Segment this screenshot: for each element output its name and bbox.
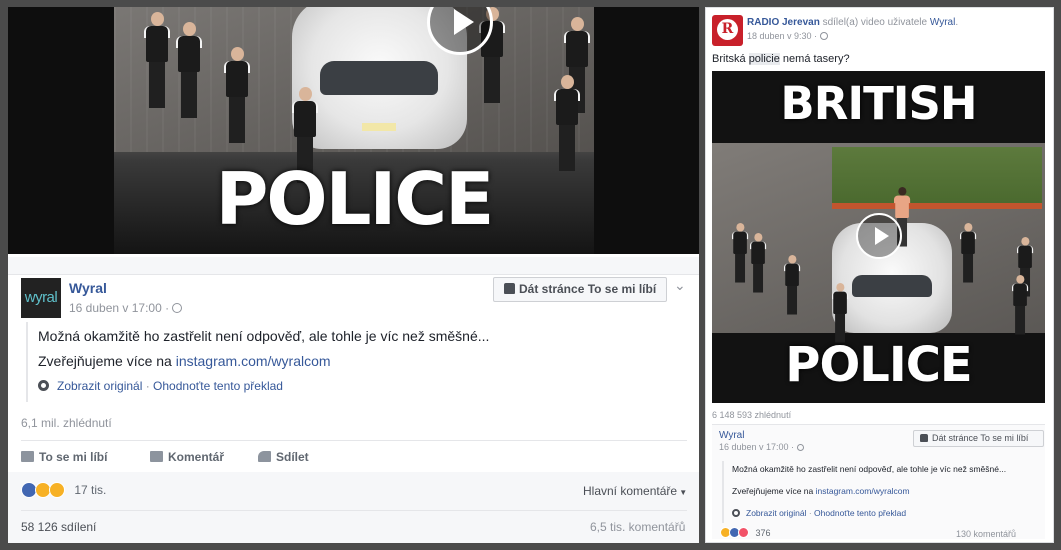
chevron-down-icon[interactable]: ⌄ xyxy=(674,277,686,294)
police-officer xyxy=(176,22,202,122)
post-text-2: Zveřejňujeme více na instagram.com/wyral… xyxy=(38,353,686,369)
post-date: 16 duben v 17:00 · xyxy=(69,301,183,315)
left-post: POLICE wyral Wyral 16 duben v 17:00 · Dá… xyxy=(8,7,699,543)
thumbs-up-icon xyxy=(21,451,34,462)
globe-icon xyxy=(820,32,829,40)
show-original-link[interactable]: Zobrazit originál xyxy=(57,379,142,393)
comment-label: Komentář xyxy=(168,450,225,464)
reactions-count: 17 tis. xyxy=(74,483,107,497)
gear-icon xyxy=(38,380,49,391)
embedded-page-name-link[interactable]: Wyral xyxy=(719,430,744,441)
share-icon xyxy=(258,451,271,462)
instagram-link[interactable]: instagram.com/wyralcom xyxy=(176,353,331,369)
translation-bar: Zobrazit originál · Ohodnoťte tento přek… xyxy=(38,379,686,393)
post-text: Možná okamžitě ho zastřelit není odpověď… xyxy=(38,328,490,344)
rate-translation-link[interactable]: Ohodnoťte tento překlad xyxy=(153,379,283,393)
sort-label: Hlavní komentáře xyxy=(583,484,678,498)
post-body: Možná okamžitě ho zastřelit není odpověď… xyxy=(26,322,686,402)
embedded-post-text-2: Zveřejňujeme více na instagram.com/wyral… xyxy=(732,486,1022,496)
share-button[interactable]: Sdílet xyxy=(258,450,309,464)
avatar[interactable]: wyral xyxy=(21,278,61,318)
police-officer xyxy=(144,12,170,112)
globe-icon xyxy=(172,303,183,313)
embedded-post-body: Možná okamžitě ho zastřelit není odpověď… xyxy=(722,461,1022,523)
gear-icon xyxy=(732,509,740,517)
post-text-2-prefix: Zveřejňujeme více na xyxy=(38,353,176,369)
embedded-post-text-2-prefix: Zveřejňujeme více na xyxy=(732,486,816,496)
reactions-summary[interactable]: 17 tis. xyxy=(21,482,106,498)
like-button[interactable]: To se mi líbí xyxy=(21,450,107,464)
embedded-instagram-link[interactable]: instagram.com/wyralcom xyxy=(816,486,910,496)
radio-jerevan-logo[interactable]: R xyxy=(712,15,743,46)
post-header-strip xyxy=(8,257,699,275)
like-label: To se mi líbí xyxy=(39,450,108,464)
action-bar: To se mi líbí Komentář Sdílet xyxy=(21,440,687,472)
video-overlay-text: POLICE xyxy=(215,157,495,241)
thumbs-up-icon xyxy=(920,434,928,442)
video-player[interactable]: POLICE xyxy=(8,7,699,254)
view-count: 6,1 mil. zhlédnutí xyxy=(21,416,112,430)
comments-count[interactable]: 6,5 tis. komentářů xyxy=(590,520,685,534)
embedded-show-original-link[interactable]: Zobrazit originál xyxy=(746,508,806,518)
embedded-translation-bar: Zobrazit originál · Ohodnoťte tento přek… xyxy=(732,508,1022,518)
reactions-section: 17 tis. Hlavní komentáře ▼ 58 126 sdílen… xyxy=(8,472,699,543)
message-prefix: Britská xyxy=(712,53,749,65)
like-page-label: Dát stránce To se mi líbí xyxy=(519,282,657,296)
video-top-text: BRITISH xyxy=(780,77,977,130)
embedded-rate-translation-link[interactable]: Ohodnoťte tento překlad xyxy=(814,508,906,518)
play-icon[interactable] xyxy=(856,213,902,259)
video-bottom-text: POLICE xyxy=(785,337,972,393)
embedded-post: Wyral 16 duben v 17:00 · Dát stránce To … xyxy=(712,424,1045,539)
divider xyxy=(21,510,687,511)
embedded-post-text: Možná okamžitě ho zastřelit není odpověď… xyxy=(732,464,1007,474)
post-date-text[interactable]: 18 duben v 9:30 · xyxy=(747,31,817,41)
wow-reaction-icon xyxy=(49,482,65,498)
thumbs-up-icon xyxy=(504,283,515,294)
lawn-area xyxy=(832,147,1042,209)
video-player[interactable]: BRITISH POLICE xyxy=(712,71,1045,403)
police-officer xyxy=(832,283,849,345)
embedded-like-page-button[interactable]: Dát stránce To se mi líbí xyxy=(913,430,1044,447)
page-name-link[interactable]: Wyral xyxy=(69,280,107,296)
reactions-summary[interactable]: 376 xyxy=(720,527,771,538)
comment-icon xyxy=(150,451,163,462)
like-page-button[interactable]: Dát stránce To se mi líbí xyxy=(493,277,667,302)
right-post: R RADIO Jerevan sdílel(a) video uživatel… xyxy=(705,7,1054,543)
message-highlight: policie xyxy=(748,53,780,65)
share-header: RADIO Jerevan sdílel(a) video uživatele … xyxy=(747,17,959,28)
page-name-link[interactable]: RADIO Jerevan xyxy=(747,17,820,28)
embedded-like-page-label: Dát stránce To se mi líbí xyxy=(932,433,1029,443)
post-date-text[interactable]: 16 duben v 17:00 · xyxy=(69,301,169,315)
view-count: 6 148 593 zhlédnutí xyxy=(712,410,792,420)
police-officer xyxy=(750,233,767,295)
angry-reaction-icon xyxy=(738,527,749,538)
shared-text: sdílel(a) video uživatele xyxy=(819,17,930,28)
police-officer xyxy=(554,75,580,175)
shared-user-link[interactable]: Wyral xyxy=(930,17,955,28)
comments-count[interactable]: 130 komentářů xyxy=(956,529,1016,539)
police-officer xyxy=(1012,275,1029,337)
caret-down-icon: ▼ xyxy=(677,488,688,497)
video-frame: POLICE xyxy=(114,7,594,254)
post-message: Britská policie nemá tasery? xyxy=(712,53,850,65)
share-label: Sdílet xyxy=(276,450,309,464)
comment-sort-dropdown[interactable]: Hlavní komentáře ▼ xyxy=(583,484,687,498)
police-officer xyxy=(960,223,977,285)
embedded-post-date-text[interactable]: 16 duben v 17:00 · xyxy=(719,442,794,452)
police-officer xyxy=(224,47,250,147)
message-suffix: nemá tasery? xyxy=(779,53,850,65)
post-date: 18 duben v 9:30 · xyxy=(747,31,829,41)
globe-icon xyxy=(797,444,805,451)
police-officer xyxy=(784,255,801,317)
shares-count[interactable]: 58 126 sdílení xyxy=(21,520,96,534)
comment-button[interactable]: Komentář xyxy=(150,450,224,464)
reactions-count: 376 xyxy=(755,528,771,538)
police-officer xyxy=(732,223,749,285)
embedded-post-date: 16 duben v 17:00 · xyxy=(719,442,805,452)
